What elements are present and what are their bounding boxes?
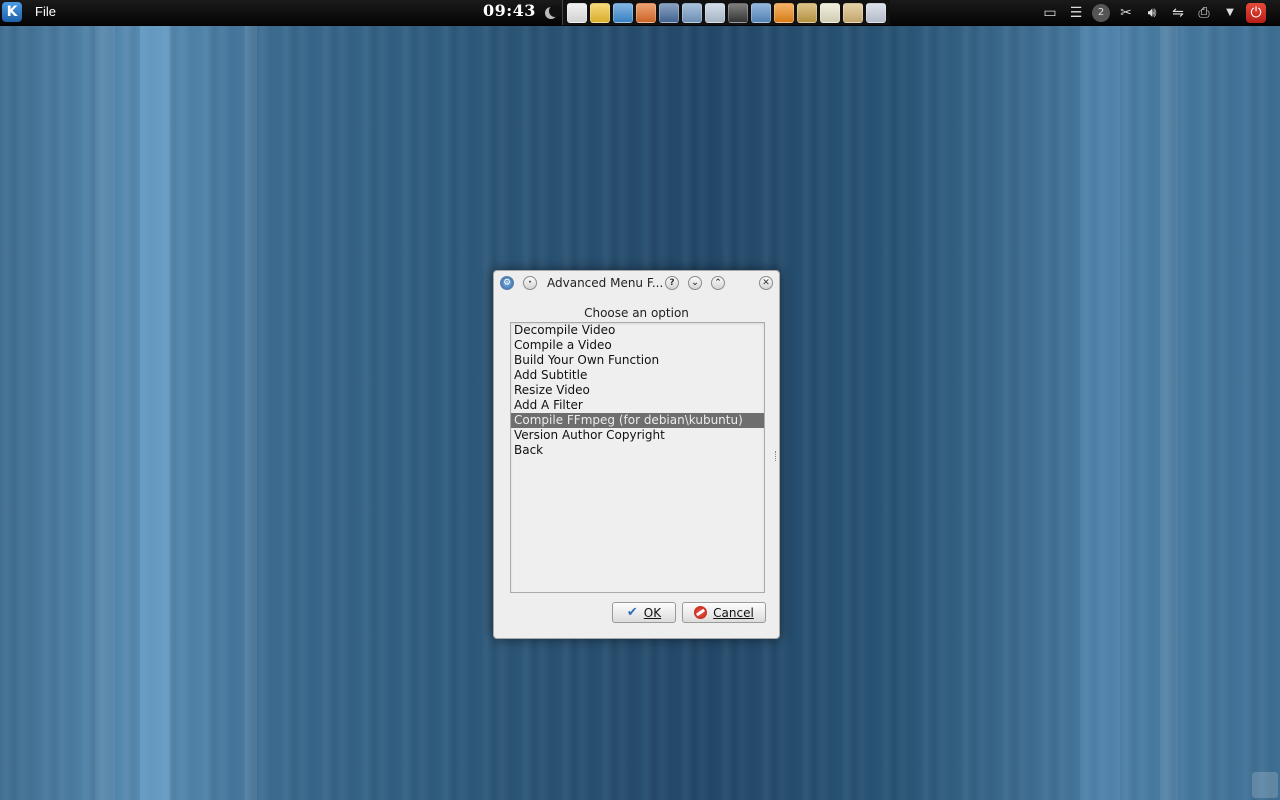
close-icon[interactable]: ✕ [759, 276, 773, 290]
chat-icon[interactable] [659, 2, 679, 23]
desktop-toolbox-icon[interactable] [1252, 772, 1278, 798]
clock[interactable]: 09:43 [483, 1, 536, 20]
tools-icon[interactable] [797, 2, 817, 23]
notes-icon[interactable] [705, 2, 725, 23]
volume-icon[interactable]: 🔊︎ [1142, 4, 1162, 22]
list-item[interactable]: Resize Video [511, 383, 764, 398]
package-icon[interactable] [843, 2, 863, 23]
scissors-icon[interactable]: ✂ [1116, 4, 1136, 22]
minimize-icon[interactable]: ⌄ [688, 276, 702, 290]
prompt-label: Choose an option [584, 306, 689, 320]
ok-button[interactable]: ✔ OK [612, 602, 676, 623]
list-item[interactable]: Decompile Video [511, 323, 764, 338]
printer-icon[interactable]: ⎙ [1194, 4, 1214, 22]
list-item[interactable]: Back [511, 443, 764, 458]
terminal-icon[interactable] [728, 2, 748, 23]
remote-desktop-icon[interactable] [751, 2, 771, 23]
list-item[interactable]: Compile FFmpeg (for debian\kubuntu) [511, 413, 764, 428]
help-icon[interactable]: ? [665, 276, 679, 290]
maximize-icon[interactable]: ⌃ [711, 276, 725, 290]
advanced-menu-dialog: ⚙ · Advanced Menu F... ? ⌄ ⌃ ✕ Choose an… [493, 270, 780, 639]
cancel-icon [694, 606, 708, 619]
wallpaper-stripe [1160, 26, 1178, 800]
system-tray: ▭ ☰ 2 ✂ 🔊︎ ⇋ ⎙ ▼ ⏻ [1040, 0, 1280, 25]
top-panel: K File 09:43 ▭ ☰ 2 ✂ 🔊︎ ⇋ ⎙ ▼ ⏻ [0, 0, 1280, 26]
calendar-icon[interactable] [682, 2, 702, 23]
sticky-icon[interactable]: · [523, 276, 537, 290]
quick-launch-bar [562, 0, 890, 25]
file-menu[interactable]: File [35, 4, 56, 19]
ok-label: OK [643, 605, 662, 620]
wallpaper-stripe [1080, 26, 1120, 800]
dialog-titlebar[interactable]: ⚙ · Advanced Menu F... ? ⌄ ⌃ ✕ [494, 271, 779, 297]
list-item[interactable]: Add A Filter [511, 398, 764, 413]
notification-badge[interactable]: 2 [1092, 3, 1110, 22]
list-item[interactable]: Compile a Video [511, 338, 764, 353]
list-item[interactable]: Build Your Own Function [511, 353, 764, 368]
wallpaper-stripe [95, 26, 115, 800]
vlc-icon[interactable] [774, 2, 794, 23]
cancel-button[interactable]: Cancel [682, 602, 766, 623]
wallpaper-stripe [245, 26, 257, 800]
disk-icon[interactable]: ▭ [1040, 4, 1060, 22]
kde-menu-icon[interactable]: K [2, 2, 22, 22]
list-item[interactable]: Version Author Copyright [511, 428, 764, 443]
list-item[interactable]: Add Subtitle [511, 368, 764, 383]
power-icon[interactable]: ⏻ [1246, 2, 1266, 23]
moon-icon [545, 5, 561, 19]
resize-grip[interactable] [775, 451, 778, 461]
chevron-down-icon[interactable]: ▼ [1220, 4, 1240, 22]
wallpaper-stripe [140, 26, 170, 800]
network-icon[interactable] [613, 2, 633, 23]
favorites-star-icon[interactable] [590, 2, 610, 23]
accessibility-icon[interactable] [866, 2, 886, 23]
list-icon[interactable]: ☰ [1066, 4, 1086, 22]
document-icon[interactable] [820, 2, 840, 23]
check-icon: ✔ [626, 605, 638, 620]
dialog-title: Advanced Menu F... [547, 276, 664, 290]
usb-icon[interactable]: ⇋ [1168, 4, 1188, 22]
cancel-label: Cancel [713, 605, 754, 620]
files-icon[interactable] [567, 2, 587, 23]
window-menu-icon[interactable]: ⚙ [500, 276, 514, 290]
firefox-icon[interactable] [636, 2, 656, 23]
options-listbox[interactable]: Decompile Video Compile a Video Build Your… [510, 322, 765, 593]
